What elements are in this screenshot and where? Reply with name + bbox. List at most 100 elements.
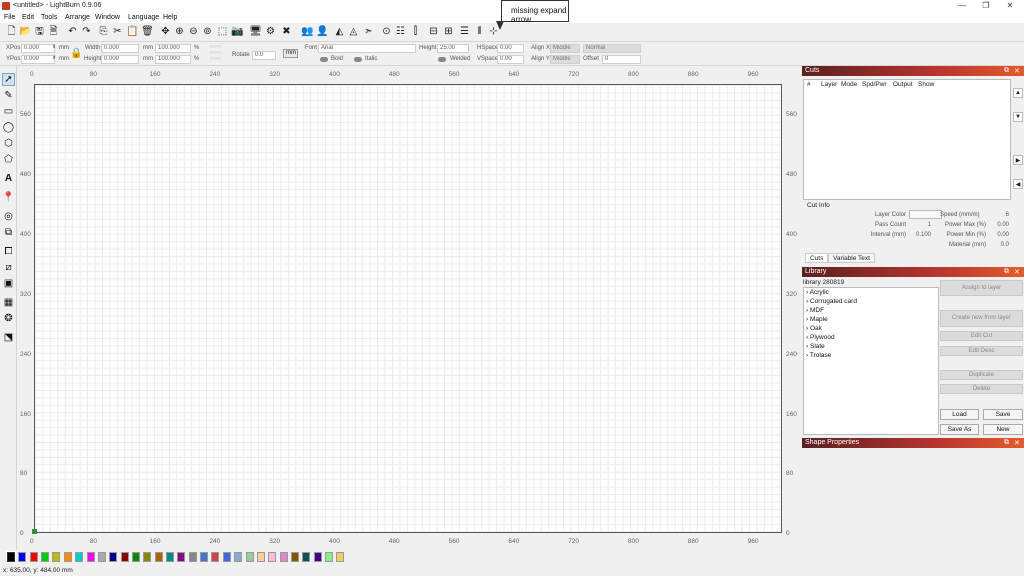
library-item[interactable]: › Slate [806, 343, 825, 350]
color-swatch[interactable] [52, 552, 61, 562]
close-panel-icon[interactable]: ✕ [1014, 67, 1020, 75]
menu-window[interactable]: Window [95, 14, 120, 21]
offset-shapes-icon[interactable]: ◎ [2, 210, 15, 223]
library-item[interactable]: › Oak [806, 325, 822, 332]
pen-tool-icon[interactable]: ✎ [2, 89, 15, 102]
edit-cut-button[interactable]: Edit Cut [940, 331, 1023, 341]
welded-toggle-icon[interactable] [438, 57, 446, 62]
optimize-icon[interactable]: ⬔ [2, 331, 15, 344]
color-swatch[interactable] [86, 552, 95, 562]
boolean-intersect-icon[interactable]: ▣ [2, 277, 15, 290]
float-panel-icon[interactable]: ⧉ [1004, 67, 1009, 75]
bold-toggle-icon[interactable] [320, 57, 328, 62]
xpos-field[interactable]: 0.000 [21, 44, 55, 53]
camera-icon[interactable]: 📷 [231, 25, 244, 39]
color-swatch[interactable] [18, 552, 27, 562]
polygon-tool-icon[interactable]: ⬡ [2, 137, 15, 150]
anchor-grid-icon[interactable]: ○○○ ○○○ ○○○ [210, 44, 221, 62]
offset-field[interactable]: 0 [602, 55, 641, 64]
hspace-field[interactable]: 0.00 [497, 44, 524, 53]
close-panel-icon[interactable]: ✕ [1014, 439, 1020, 447]
color-swatch[interactable] [75, 552, 84, 562]
align-center-icon[interactable]: ⊙ [380, 25, 393, 39]
menu-arrange[interactable]: Arrange [65, 14, 90, 21]
material-field[interactable]: 0.0 [990, 242, 1009, 248]
rectangle-tool-icon[interactable]: ▭ [2, 105, 15, 118]
speed-field[interactable]: 6 [990, 212, 1009, 218]
menu-help[interactable]: Help [163, 14, 177, 21]
color-swatch[interactable] [120, 552, 129, 562]
xpos-spinner-icon[interactable]: ⬍ [52, 44, 56, 50]
library-item[interactable]: › Maple [806, 316, 828, 323]
distribute-h-icon[interactable]: ☰ [458, 25, 471, 39]
color-swatch[interactable] [291, 552, 299, 562]
color-swatch[interactable] [131, 552, 140, 562]
monitor-icon[interactable]: 🖥 [249, 25, 262, 39]
zoom-frame-icon[interactable]: ⊚ [201, 25, 214, 39]
col-show[interactable]: Show [918, 81, 934, 88]
italic-toggle-icon[interactable] [354, 57, 362, 62]
color-swatch[interactable] [313, 552, 322, 562]
group-icon[interactable]: 👥 [301, 25, 314, 39]
height-field[interactable]: 0.000 [101, 55, 139, 64]
save-button[interactable]: Save [983, 409, 1023, 420]
color-swatch[interactable] [166, 552, 175, 562]
send-icon[interactable]: ➣ [362, 25, 375, 39]
delete-button[interactable]: Delete [940, 384, 1023, 394]
move-icon[interactable]: ✥ [159, 25, 172, 39]
layer-color-swatch[interactable] [909, 210, 942, 219]
color-swatch[interactable] [29, 552, 38, 562]
color-swatch[interactable] [245, 552, 254, 562]
interval-field[interactable]: 0.100 [909, 232, 931, 238]
boolean-subtract-icon[interactable]: ⧄ [2, 261, 15, 274]
menu-edit[interactable]: Edit [22, 14, 34, 21]
color-swatch[interactable] [143, 552, 152, 562]
create-from-layer-button[interactable]: Create new from layer [940, 310, 1023, 327]
align-distribute-icon[interactable]: ☷ [394, 25, 407, 39]
aligny-select[interactable]: Middle [550, 55, 580, 64]
float-panel-icon[interactable]: ⧉ [1004, 439, 1009, 447]
power-max-field[interactable]: 0.00 [990, 222, 1009, 228]
new-button[interactable]: New [983, 424, 1023, 435]
width-field[interactable]: 0.000 [101, 44, 139, 53]
color-swatch[interactable] [234, 552, 243, 562]
cut-icon[interactable]: ✂ [111, 25, 124, 39]
col-output[interactable]: Output [893, 81, 913, 88]
color-swatch[interactable] [268, 552, 277, 562]
ypos-field[interactable]: 0.000 [21, 55, 55, 64]
delete-icon[interactable]: 🗑 [141, 25, 154, 39]
position-laser-icon[interactable]: 📍 [2, 191, 15, 204]
redo-icon[interactable]: ↷ [80, 25, 93, 39]
scale-height-field[interactable]: 100.000 [155, 55, 191, 64]
color-swatch[interactable] [256, 552, 265, 562]
color-swatch[interactable] [6, 551, 16, 563]
ellipse-tool-icon[interactable]: ◯ [2, 121, 15, 134]
move-down-icon[interactable]: ▼ [1013, 112, 1023, 122]
float-panel-icon[interactable]: ⧉ [1004, 268, 1009, 276]
close-panel-icon[interactable]: ✕ [1014, 268, 1020, 276]
select-tool-icon[interactable]: ➚ [2, 73, 15, 86]
col-spd-pwr[interactable]: Spd/Pwr [862, 81, 887, 88]
alignx-select[interactable]: Middle [550, 44, 580, 53]
grid-array-icon[interactable]: ▦ [2, 296, 15, 309]
color-swatch[interactable] [222, 552, 231, 562]
color-swatch[interactable] [109, 552, 118, 562]
menu-language[interactable]: Language [128, 14, 159, 21]
text-mode-select[interactable]: Normal [583, 44, 641, 53]
expand-right-icon[interactable]: ▶ [1013, 155, 1023, 165]
work-area-grid[interactable] [34, 84, 782, 533]
color-swatch[interactable] [177, 552, 186, 562]
undo-icon[interactable]: ↶ [66, 25, 79, 39]
distribute-v-icon[interactable]: ⫴ [473, 25, 486, 39]
save-file-icon[interactable]: 🖫 [33, 25, 46, 39]
library-item[interactable]: › Plywood [806, 334, 835, 341]
align-left-icon[interactable]: ⊟ [427, 25, 440, 39]
color-swatch[interactable] [41, 552, 50, 562]
edit-nodes-tool-icon[interactable]: ⬠ [2, 153, 15, 166]
open-file-icon[interactable]: 📂 [19, 25, 32, 39]
assign-to-layer-button[interactable]: Assign to layer [940, 280, 1023, 296]
color-swatch[interactable] [302, 552, 311, 562]
library-item[interactable]: › Trolase [806, 352, 831, 359]
select-frame-icon[interactable]: ⬚ [216, 25, 229, 39]
tab-variable-text[interactable]: Variable Text [828, 253, 875, 263]
